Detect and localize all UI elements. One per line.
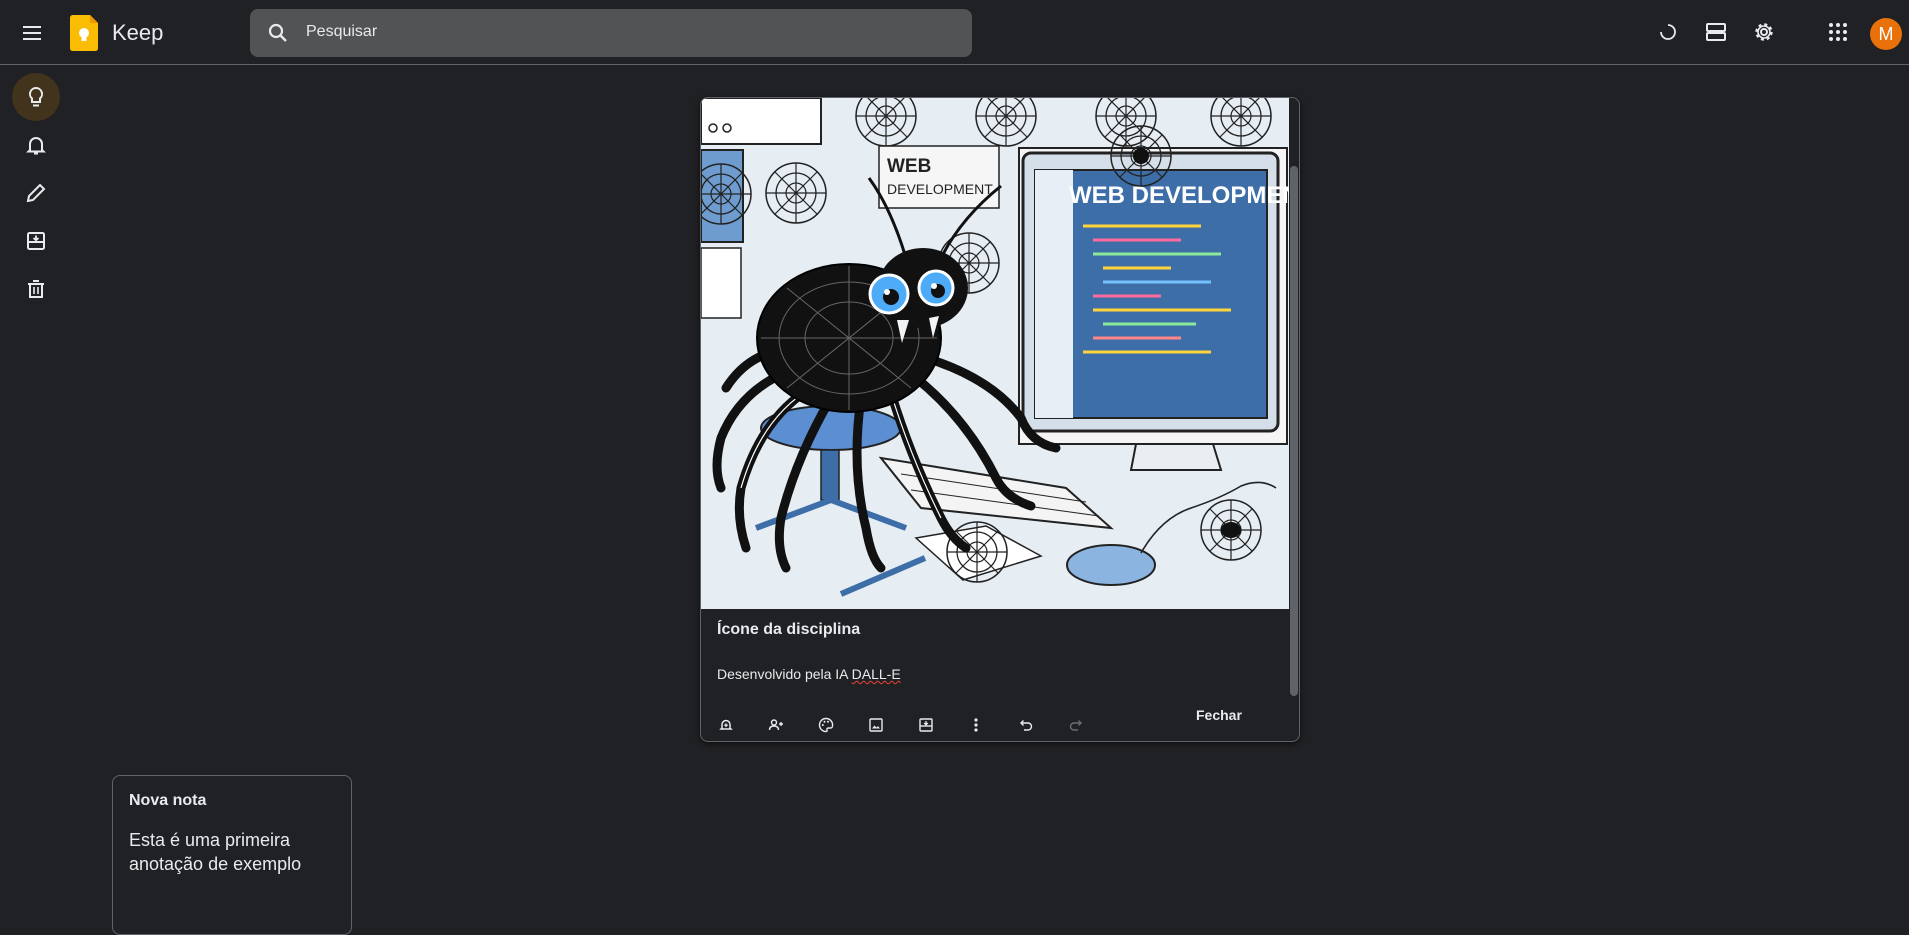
sidebar-item-archive[interactable] <box>12 217 60 265</box>
bulb-icon <box>28 86 44 107</box>
main-menu-icon[interactable] <box>20 21 44 45</box>
trash-icon <box>28 280 44 298</box>
loading-spinner-icon <box>1660 24 1676 40</box>
palette-icon <box>818 717 834 733</box>
more-options-button[interactable] <box>960 709 992 741</box>
svg-text:DEVELOPMENT: DEVELOPMENT <box>887 181 993 197</box>
redo-icon <box>1069 720 1082 731</box>
sidebar-item-edit-labels[interactable] <box>12 169 60 217</box>
note-title[interactable]: Ícone da disciplina <box>717 621 860 639</box>
undo-icon <box>1020 720 1033 731</box>
note-scrollbar[interactable] <box>1290 166 1298 696</box>
person-add-icon <box>768 719 783 731</box>
note-body[interactable]: Desenvolvido pela IA DALL-E <box>717 666 901 682</box>
note-card-body: Esta é uma primeira anotação de exemplo <box>129 830 302 874</box>
sidebar-item-trash[interactable] <box>12 265 60 313</box>
account-avatar[interactable]: M <box>1870 18 1902 50</box>
more-vert-icon <box>974 718 978 732</box>
search-icon[interactable] <box>266 21 290 45</box>
svg-text:WEB DEVELOPMENT: WEB DEVELOPMENT <box>1069 182 1289 209</box>
image-icon <box>869 718 883 732</box>
settings-gear-icon[interactable] <box>1752 20 1776 44</box>
close-note-button[interactable]: Fechar <box>1196 707 1242 723</box>
background-options-button[interactable] <box>810 709 842 741</box>
top-bar: Keep Pesquisar M <box>0 0 1909 65</box>
archive-button[interactable] <box>910 709 942 741</box>
bell-icon <box>26 137 46 155</box>
remind-me-button[interactable] <box>710 709 742 741</box>
app-name[interactable]: Keep <box>112 20 163 46</box>
search-input[interactable]: Pesquisar <box>306 23 377 41</box>
apps-grid-icon[interactable] <box>1826 20 1850 44</box>
sidebar-item-reminders[interactable] <box>12 121 60 169</box>
redo-button[interactable] <box>1060 709 1092 741</box>
open-note-dialog: WEB DEVELOPMENT WEB DEVELOPMENT <box>700 97 1300 742</box>
collaborator-button[interactable] <box>760 709 792 741</box>
note-card-title: Nova nota <box>129 792 207 809</box>
list-view-icon[interactable] <box>1704 20 1728 44</box>
sidebar-item-notes[interactable] <box>12 73 60 121</box>
note-body-flagged-word: DALL-E <box>851 666 901 682</box>
svg-text:WEB: WEB <box>887 156 931 177</box>
keep-logo-icon[interactable] <box>70 15 98 51</box>
archive-icon <box>27 232 45 250</box>
pencil-icon <box>26 183 46 203</box>
note-image[interactable]: WEB DEVELOPMENT WEB DEVELOPMENT <box>701 98 1289 609</box>
archive-icon <box>919 718 933 732</box>
note-card[interactable]: Nova nota Esta é uma primeira anotação d… <box>112 775 352 935</box>
add-image-button[interactable] <box>860 709 892 741</box>
note-body-text: Desenvolvido pela IA <box>717 666 852 682</box>
bell-plus-icon <box>719 719 733 730</box>
undo-button[interactable] <box>1010 709 1042 741</box>
search-bar[interactable]: Pesquisar <box>250 9 972 57</box>
